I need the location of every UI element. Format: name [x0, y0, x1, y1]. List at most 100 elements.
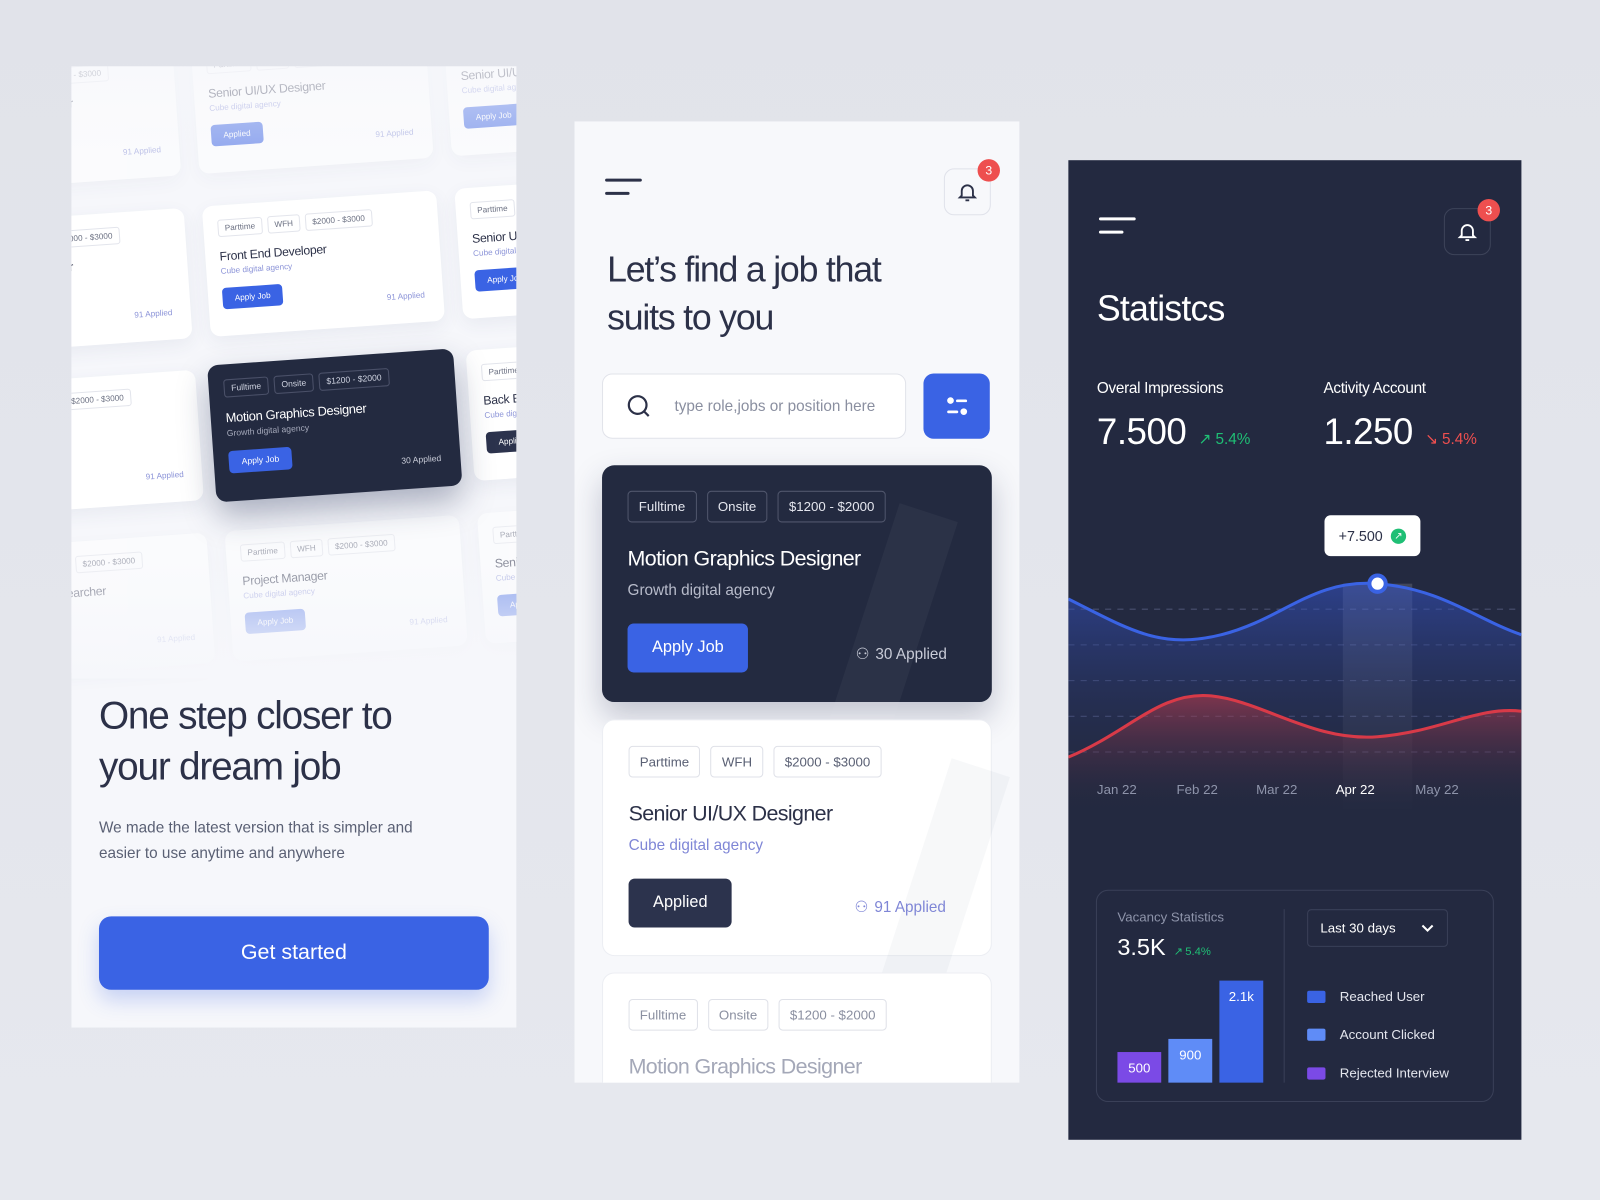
applied-count: 91 Applied: [133, 307, 173, 320]
collage-job-card: ParttimeWFH$2000 - $3000Senior UI/UX Des…: [442, 66, 517, 157]
collage-job-card: ParttimeWFH$2000 - $3000Back End Develop…: [465, 334, 517, 482]
apply-job-button[interactable]: Apply Job: [627, 623, 749, 673]
job-tag: Onsite: [706, 490, 768, 523]
month-label: Apr 22: [1335, 781, 1375, 797]
collage-job-card: ParttimeWFH$2000 - $3000Senior UI/UX Des…: [71, 66, 182, 192]
job-card[interactable]: Parttime WFH $2000 - $3000 Senior UI/UX De…: [602, 719, 992, 957]
impressions-change: 5.4%: [1215, 430, 1251, 448]
trend-down-icon: ↘: [1425, 430, 1438, 448]
applied-count: 91 Applied: [386, 289, 426, 302]
chart-tooltip: +7.500 ↗: [1324, 515, 1421, 557]
notification-badge: 3: [977, 159, 1000, 182]
apply-job-button: Applied: [485, 428, 517, 454]
search-icon: [627, 395, 650, 417]
job-tag: Fulltime: [627, 490, 697, 523]
get-started-button[interactable]: Get started: [98, 916, 489, 990]
job-tag: $2000 - $3000: [71, 388, 132, 411]
month-label: Mar 22: [1256, 781, 1298, 797]
applied-button[interactable]: Applied: [628, 878, 733, 928]
apply-job-button: Apply Job: [221, 283, 284, 309]
users-icon: ⚇: [855, 645, 870, 664]
statistics-screen: 3 Statistcs Overal Impressions 7.500 ↗ 5…: [1068, 160, 1522, 1140]
activity-value: 1.250: [1323, 410, 1413, 453]
search-field[interactable]: [602, 373, 907, 439]
impressions-label: Overal Impressions: [1096, 379, 1224, 397]
onboarding-screen: ParttimeWFH$2000 - $3000Senior UI/UX Des…: [71, 66, 517, 1028]
vacancy-label: Vacancy Statistics: [1117, 909, 1225, 925]
collage-job-card: ParttimeWFH$2000 - $3000Senior UI/UX Des…: [476, 496, 517, 644]
notification-button[interactable]: 3: [1443, 198, 1500, 256]
job-tag: $2000 - $3000: [327, 533, 396, 556]
job-cards-collage: ParttimeWFH$2000 - $3000Senior UI/UX Des…: [71, 66, 517, 703]
job-tag: WFH: [289, 538, 324, 558]
trend-up-icon: ↗: [1173, 945, 1184, 959]
date-range-dropdown[interactable]: Last 30 days: [1307, 909, 1448, 947]
job-tag: Parttime: [492, 523, 517, 544]
collage-job-card: Parttime WFH $2000 - $3000 Front End Develo…: [201, 189, 446, 337]
job-tag: Parttime: [239, 540, 286, 562]
job-card[interactable]: Fulltime Onsite $1200 - $2000 Motion Graph…: [602, 972, 992, 1083]
vacancy-change: 5.4%: [1185, 945, 1211, 959]
job-tag: $2000 - $3000: [71, 226, 121, 249]
job-company: Cube digital agency: [71, 269, 174, 293]
job-title: Senior UI/UX Designer: [471, 223, 517, 246]
legend-item: Account Clicked: [1307, 1027, 1435, 1042]
bar-value-label: 2.1k: [1229, 989, 1254, 1004]
apply-job-button: Apply Job: [244, 608, 307, 634]
applied-count: 91 Applied: [874, 898, 946, 916]
filter-button[interactable]: [923, 373, 990, 439]
job-tag: $2000 - $3000: [74, 550, 143, 573]
bell-icon: [1457, 224, 1478, 241]
impressions-area-chart: [1068, 573, 1522, 814]
vacancy-statistics-card: Vacancy Statistics 3.5K ↗ 5.4% 500 900 2.1…: [1095, 889, 1494, 1103]
applied-count: 91 Applied: [409, 614, 448, 627]
vacancy-bar-chart: 500 900 2.1k: [1117, 980, 1264, 1083]
activity-label: Activity Account: [1323, 379, 1426, 397]
job-tag: Parttime: [480, 360, 517, 382]
job-card[interactable]: Fulltime Onsite $1200 - $2000 Motion Graph…: [602, 465, 992, 775]
collage-job-card: ParttimeWFH$2000 - $3000Senior UX Resear…: [71, 532, 216, 679]
hamburger-menu-icon[interactable]: [605, 178, 642, 199]
trend-up-icon: ↗: [1390, 528, 1407, 544]
bar-value-label: 900: [1179, 1047, 1201, 1062]
job-title: Senior UI/UX Designer: [628, 802, 834, 826]
job-title: Senior UI/UX Designer: [494, 548, 517, 571]
job-tag: WFH: [710, 745, 764, 778]
collage-job-card: ParttimeWFH$2000 - $3000Senior UI/UX Des…: [454, 172, 517, 319]
onboarding-description: We made the latest version that is simpl…: [98, 819, 413, 863]
collage-job-card: Parttime WFH $2000 - $3000 Project Manager C…: [224, 514, 468, 662]
search-input[interactable]: [674, 397, 889, 415]
job-tag: Fulltime: [223, 376, 270, 398]
date-range-value: Last 30 days: [1320, 920, 1396, 936]
users-icon: ⚇: [854, 898, 869, 917]
collage-job-card: ParttimeWFH$2000 - $3000Back End Develop…: [71, 207, 193, 355]
collage-job-card: ParttimeWFH$2000 - $3000Senior UI/UX Des…: [190, 66, 434, 175]
legend-item: Rejected Interview: [1307, 1065, 1449, 1081]
page-headline: Let’s find a job that suits to you: [607, 249, 882, 338]
applied-count: 30 Applied: [400, 453, 442, 466]
data-point-marker[interactable]: [1367, 573, 1388, 594]
job-tag: Parttime: [628, 745, 701, 778]
job-tag: $2000 - $3000: [773, 745, 882, 778]
bell-icon: [957, 184, 978, 202]
job-tag: $2000 - $3000: [304, 208, 373, 231]
job-tag: Parttime: [205, 66, 252, 75]
onboarding-headline: One step closer to your dream job: [98, 694, 393, 789]
applied-count: 91 Applied: [122, 145, 162, 157]
apply-job-button: Apply Job: [462, 103, 517, 129]
impressions-value: 7.500: [1096, 410, 1187, 453]
job-search-screen: 3 Let’s find a job that suits to you Ful…: [574, 121, 1020, 1083]
apply-job-button: Apply Job: [474, 265, 517, 292]
apply-job-button: Apply Job: [228, 446, 293, 474]
hamburger-menu-icon[interactable]: [1098, 217, 1136, 237]
job-tag: $1200 - $2000: [318, 367, 390, 392]
job-tag: $1200 - $2000: [778, 998, 887, 1031]
apply-job-button: Applied: [210, 121, 264, 147]
job-tag: Fulltime: [628, 998, 698, 1031]
applied-count: 91 Applied: [145, 469, 185, 482]
page-title: Statistcs: [1096, 288, 1225, 329]
trend-up-icon: ↗: [1198, 430, 1212, 448]
notification-button[interactable]: 3: [943, 159, 1000, 216]
collage-job-card: ParttimeWFH$2000 - $3000Product Designer…: [71, 369, 204, 517]
month-label: Feb 22: [1176, 781, 1218, 797]
